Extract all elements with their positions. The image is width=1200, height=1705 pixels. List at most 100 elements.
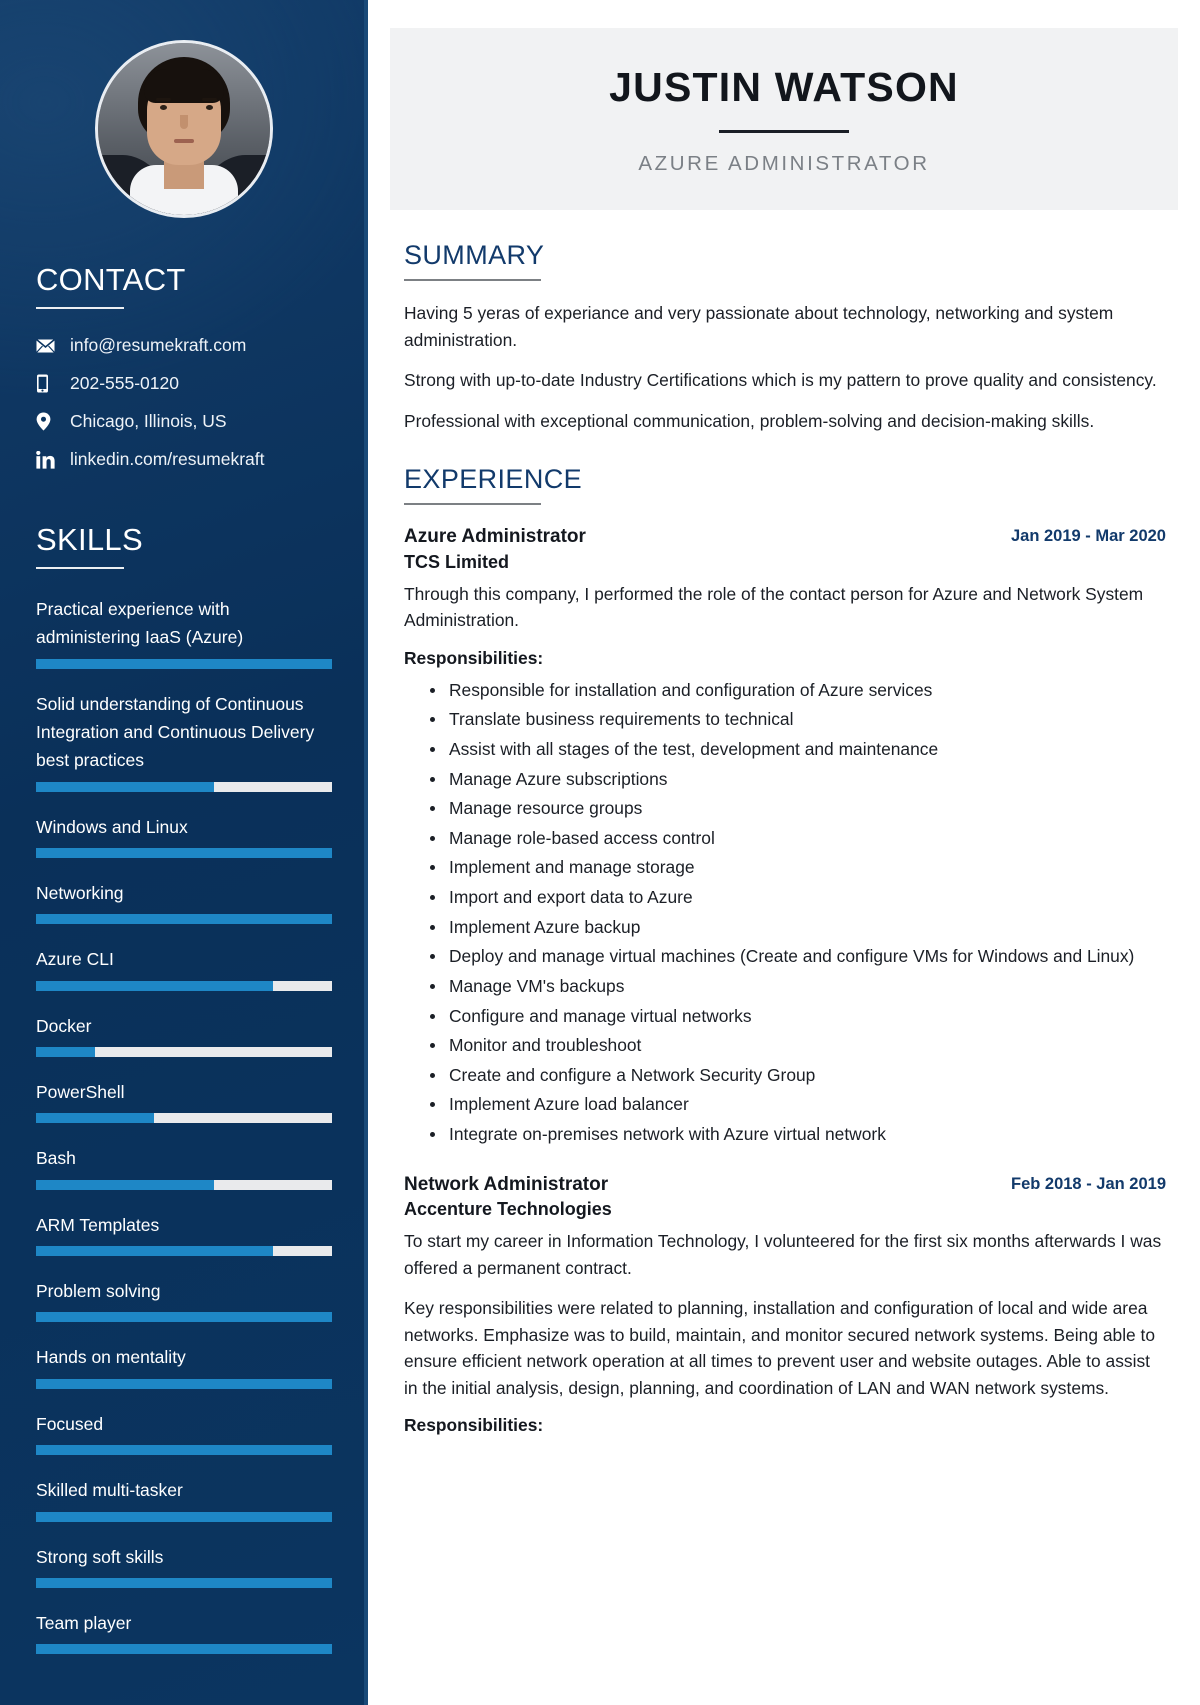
responsibility-item: Import and export data to Azure xyxy=(404,884,1166,911)
contact-item-phone[interactable]: 202-555-0120 xyxy=(36,373,332,394)
skill-label: Practical experience with administering … xyxy=(36,599,244,648)
skill-progress-track xyxy=(36,1113,332,1124)
skill-progress-track xyxy=(36,1378,332,1389)
main-content: JUSTIN WATSON AZURE ADMINISTRATOR SUMMAR… xyxy=(368,0,1200,1705)
skill-progress-track xyxy=(36,1179,332,1190)
photo-mouth xyxy=(174,139,194,143)
skill-progress-fill xyxy=(36,781,214,792)
responsibility-item: Implement Azure load balancer xyxy=(404,1091,1166,1118)
job-title: Network Administrator xyxy=(404,1173,609,1195)
mobile-phone-icon xyxy=(36,374,62,393)
responsibility-item: Implement Azure backup xyxy=(404,914,1166,941)
skill-progress-track xyxy=(36,1246,332,1257)
photo-eye-left xyxy=(160,105,167,110)
contact-heading: CONTACT xyxy=(36,262,186,297)
job-date-range: Jan 2019 - Mar 2020 xyxy=(1010,527,1166,546)
contact-heading-rule xyxy=(36,307,124,309)
experience-job-list: Azure Administrator TCS Limited Jan 2019 -… xyxy=(404,524,1166,1436)
avatar xyxy=(95,40,273,218)
skill-progress-fill xyxy=(36,980,273,991)
skills-section: SKILLS Practical experience with adminis… xyxy=(36,522,332,1655)
responsibility-item: Manage role-based access control xyxy=(404,825,1166,852)
name-card: JUSTIN WATSON AZURE ADMINISTRATOR xyxy=(390,28,1178,211)
skill-item: Team player xyxy=(36,1609,332,1655)
job-paragraph: To start my career in Information Techno… xyxy=(404,1231,1162,1278)
skill-progress-fill xyxy=(36,1644,332,1655)
skill-label: Windows and Linux xyxy=(36,816,188,837)
contact-phone-text: 202-555-0120 xyxy=(70,373,179,393)
skill-progress-fill xyxy=(36,1445,332,1456)
skill-item: ARM Templates xyxy=(36,1211,332,1257)
skill-item: Windows and Linux xyxy=(36,813,332,859)
skill-progress-fill xyxy=(36,1047,96,1058)
skill-item: Bash xyxy=(36,1144,332,1190)
responsibility-item: Monitor and troubleshoot xyxy=(404,1032,1166,1059)
skill-item: PowerShell xyxy=(36,1078,332,1124)
job-paragraph: Key responsibilities were related to pla… xyxy=(404,1298,1156,1398)
skill-label: Focused xyxy=(36,1413,104,1434)
responsibility-item: Create and configure a Network Security … xyxy=(404,1062,1166,1089)
skill-progress-track xyxy=(36,1312,332,1323)
skill-label: Azure CLI xyxy=(36,949,114,970)
responsibility-item: Integrate on-premises network with Azure… xyxy=(404,1121,1166,1148)
summary-section: SUMMARY Having 5 yeras of experiance and… xyxy=(404,240,1166,434)
skill-item: Problem solving xyxy=(36,1277,332,1323)
skill-label: Skilled multi-tasker xyxy=(36,1480,183,1501)
job-paragraph: Through this company, I performed the ro… xyxy=(404,583,1144,631)
contact-item-linkedin[interactable]: linkedin.com/resumekraft xyxy=(36,449,332,470)
photo-eye-right xyxy=(206,105,213,110)
skill-progress-track xyxy=(36,1047,332,1058)
skill-item: Strong soft skills xyxy=(36,1543,332,1588)
job-title-block: Azure Administrator TCS Limited xyxy=(404,524,586,581)
skill-label: Networking xyxy=(36,883,124,904)
linkedin-icon xyxy=(36,450,62,469)
skill-item: Practical experience with administering … xyxy=(36,595,332,669)
skill-label: Team player xyxy=(36,1612,132,1633)
skill-item: Docker xyxy=(36,1012,332,1058)
job-company: TCS Limited xyxy=(404,551,510,572)
skill-progress-fill xyxy=(36,1113,155,1124)
responsibility-item: Responsible for installation and configu… xyxy=(404,677,1166,704)
job-header: Network Administrator Accenture Technolog… xyxy=(404,1172,1166,1229)
skill-progress-track xyxy=(36,1577,332,1588)
skill-progress-track xyxy=(36,848,332,859)
responsibility-item: Manage VM's backups xyxy=(404,973,1166,1000)
skill-item: Networking xyxy=(36,879,332,925)
envelope-icon xyxy=(36,338,62,353)
contact-location-text: Chicago, Illinois, US xyxy=(70,411,227,431)
responsibility-item: Manage Azure subscriptions xyxy=(404,766,1166,793)
contact-item-email[interactable]: info@resumekraft.com xyxy=(36,335,332,356)
contact-linkedin-text: linkedin.com/resumekraft xyxy=(70,449,265,469)
skill-progress-fill xyxy=(36,1312,332,1323)
profile-photo-wrap xyxy=(36,0,332,262)
responsibilities-list: Responsible for installation and configu… xyxy=(404,677,1166,1148)
responsibility-item: Assist with all stages of the test, deve… xyxy=(404,736,1166,763)
skill-progress-fill xyxy=(36,1179,214,1190)
responsibility-item: Deploy and manage virtual machines (Crea… xyxy=(404,943,1166,970)
skill-progress-fill xyxy=(36,914,332,925)
photo-brow-right xyxy=(202,98,217,101)
skill-label: ARM Templates xyxy=(36,1214,160,1235)
job-header: Azure Administrator TCS Limited Jan 2019 -… xyxy=(404,524,1166,581)
skill-progress-fill xyxy=(36,1246,273,1257)
page-title: JUSTIN WATSON xyxy=(609,64,959,110)
responsibility-item: Configure and manage virtual networks xyxy=(404,1003,1166,1030)
job-company: Accenture Technologies xyxy=(404,1199,612,1220)
skill-label: Problem solving xyxy=(36,1281,161,1302)
job-role-subtitle: AZURE ADMINISTRATOR xyxy=(638,152,930,176)
job-title-block: Network Administrator Accenture Technolog… xyxy=(404,1172,612,1229)
skill-progress-track xyxy=(36,658,332,669)
skill-label: Solid understanding of Continuous Integr… xyxy=(36,693,315,771)
skill-progress-fill xyxy=(36,658,332,669)
responsibilities-label: Responsibilities: xyxy=(404,1415,544,1436)
skill-progress-fill xyxy=(36,1511,332,1522)
skill-item: Solid understanding of Continuous Integr… xyxy=(36,690,332,792)
skill-progress-track xyxy=(36,914,332,925)
contact-item-location[interactable]: Chicago, Illinois, US xyxy=(36,411,332,432)
skill-progress-track xyxy=(36,1445,332,1456)
contact-list: info@resumekraft.com 202-555-0120 Chicag… xyxy=(36,335,332,470)
summary-paragraph: Having 5 yeras of experiance and very pa… xyxy=(404,303,1114,350)
responsibility-item: Implement and manage storage xyxy=(404,854,1166,881)
photo-brow-left xyxy=(156,98,171,101)
skill-progress-fill xyxy=(36,1577,332,1588)
